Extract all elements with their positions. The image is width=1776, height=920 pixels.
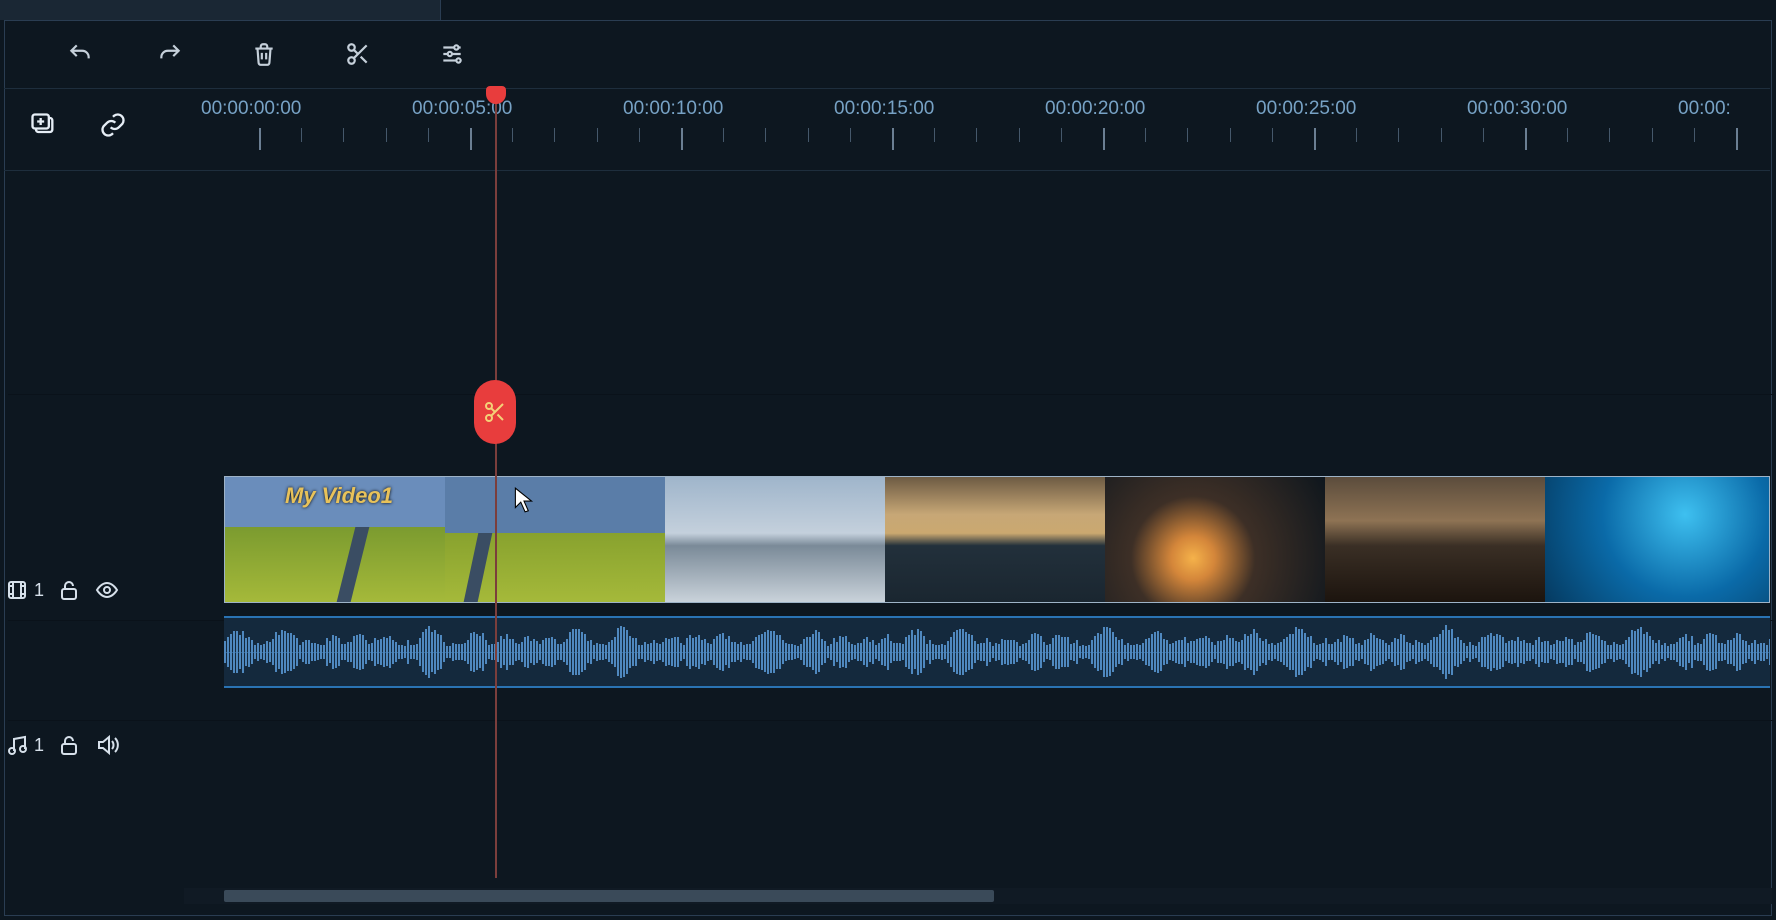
ruler-tick-major [681, 128, 683, 150]
ruler-time-label: 00:00:15:00 [834, 98, 934, 120]
timeline-horizontal-scrollbar[interactable] [184, 888, 1772, 904]
link-button[interactable] [96, 110, 130, 144]
ruler-tick-minor [1652, 128, 1653, 142]
ruler-tick-minor [976, 128, 977, 142]
split-at-playhead-button[interactable] [474, 380, 516, 444]
timeline-toolbar [4, 22, 1770, 89]
clip-thumbnail [665, 477, 885, 602]
ruler-tick-minor [1441, 128, 1442, 142]
ruler-tick-minor [597, 128, 598, 142]
ruler-tick-minor [1356, 128, 1357, 142]
ruler-tick-major [1103, 128, 1105, 150]
ruler-tick-minor [1187, 128, 1188, 142]
ruler-tick-major [470, 128, 472, 150]
ruler-time-label: 00:00:10:00 [623, 98, 723, 120]
time-ruler[interactable]: 00:00:00:00 00:00:05:00 00:00:10:00 00:00:1… [184, 88, 1770, 170]
ruler-tick-minor [1483, 128, 1484, 142]
ruler-tick-major [1314, 128, 1316, 150]
clip-label: My Video1 [285, 483, 393, 509]
ruler-tick-minor [723, 128, 724, 142]
adjust-button[interactable] [436, 40, 468, 72]
ruler-tick-minor [1272, 128, 1273, 142]
scrollbar-thumb[interactable] [224, 890, 994, 902]
film-icon [4, 577, 30, 603]
ruler-tick-minor [301, 128, 302, 142]
ruler-tick-major [892, 128, 894, 150]
ruler-tick-minor [808, 128, 809, 142]
ruler-tick-minor [1145, 128, 1146, 142]
undo-button[interactable] [64, 40, 96, 72]
audio-waveform[interactable] [224, 616, 1770, 688]
lock-toggle[interactable] [56, 732, 82, 758]
link-icon [99, 111, 127, 144]
ruler-time-label: 00:00: [1678, 98, 1731, 120]
delete-button[interactable] [248, 40, 280, 72]
ruler-tick-minor [343, 128, 344, 142]
ruler-time-label: 00:00:00:00 [201, 98, 301, 120]
track-separator [8, 720, 1774, 721]
ruler-tick-minor [1019, 128, 1020, 142]
undo-icon [67, 41, 93, 72]
clip-thumbnail [885, 477, 1105, 602]
scissors-icon [345, 41, 371, 72]
video-track-lane[interactable]: My Video1 [184, 476, 1770, 720]
track-separator [8, 394, 1774, 395]
ruler-time-label: 00:00:25:00 [1256, 98, 1356, 120]
split-button[interactable] [342, 40, 374, 72]
ruler-time-label: 00:00:30:00 [1467, 98, 1567, 120]
redo-icon [157, 41, 183, 72]
ruler-time-label: 00:00:20:00 [1045, 98, 1145, 120]
ruler-tick-minor [1567, 128, 1568, 142]
ruler-tick-minor [512, 128, 513, 142]
ruler-tick-minor [1609, 128, 1610, 142]
ruler-tick-minor [850, 128, 851, 142]
visibility-toggle[interactable] [94, 577, 120, 603]
clip-thumbnail [1105, 477, 1325, 602]
video-clip[interactable]: My Video1 [224, 476, 1770, 603]
mute-toggle[interactable] [94, 732, 120, 758]
ruler-tick-minor [934, 128, 935, 142]
ruler-tick-minor [1398, 128, 1399, 142]
clip-thumbnail [1325, 477, 1545, 602]
audio-track-index: 1 [34, 735, 44, 756]
ruler-tick-minor [386, 128, 387, 142]
trash-icon [251, 41, 277, 72]
ruler-tick-minor [639, 128, 640, 142]
clip-thumbnail [445, 477, 665, 602]
ruler-tick-minor [428, 128, 429, 142]
redo-button[interactable] [154, 40, 186, 72]
ruler-time-label: 00:00:05:00 [412, 98, 512, 120]
music-icon [4, 732, 30, 758]
ruler-tick-minor [1061, 128, 1062, 142]
lock-toggle[interactable] [56, 577, 82, 603]
video-track-header: 1 [4, 570, 182, 610]
audio-track-header: 1 [4, 725, 182, 765]
time-ruler-row: 00:00:00:00 00:00:05:00 00:00:10:00 00:00:1… [4, 88, 1770, 171]
ruler-tick-major [1525, 128, 1527, 150]
tracks-area: 1 1 My Video1 [4, 170, 1770, 878]
ruler-tick-minor [765, 128, 766, 142]
add-marker-button[interactable] [26, 110, 60, 144]
inactive-tab-area [0, 0, 440, 20]
add-marker-icon [29, 111, 57, 144]
ruler-left-tools [4, 88, 184, 170]
ruler-tick-major [1736, 128, 1738, 150]
sliders-icon [439, 41, 465, 72]
ruler-tick-minor [1694, 128, 1695, 142]
ruler-tick-minor [554, 128, 555, 142]
video-track-index: 1 [34, 580, 44, 601]
clip-thumbnail [1545, 477, 1770, 602]
ruler-tick-minor [1230, 128, 1231, 142]
ruler-tick-major [259, 128, 261, 150]
